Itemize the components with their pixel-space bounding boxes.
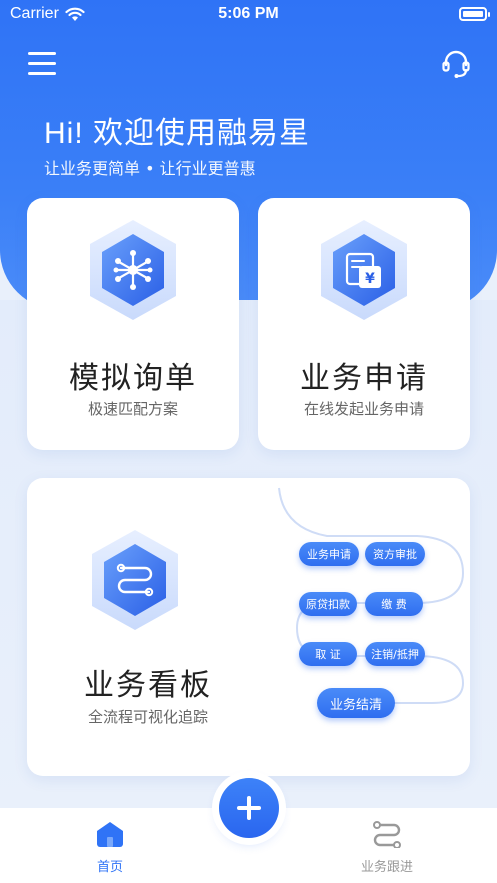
menu-icon-line [28, 52, 56, 55]
menu-icon-line [28, 62, 56, 65]
home-icon [97, 822, 123, 847]
tab-business-follow[interactable]: 业务跟进 [327, 820, 447, 875]
apply-card-subtitle: 在线发起业务申请 [303, 400, 424, 418]
apply-card[interactable]: ¥ 业务申请 在线发起业务申请 [258, 198, 470, 450]
board-card[interactable]: 业务看板 全流程可视化追踪 业务申请 资方审批 原贷扣款 缴 费 取 证 注销/… [27, 478, 470, 776]
flow-step: 资方审批 [365, 542, 425, 566]
status-time: 5:06 PM [218, 5, 279, 22]
board-card-title: 业务看板 [84, 668, 212, 703]
flow-step: 业务申请 [299, 542, 359, 566]
battery-icon [459, 7, 490, 21]
tab-home-label: 首页 [96, 860, 123, 875]
quote-card-subtitle: 极速匹配方案 [87, 400, 178, 418]
flow-step: 缴 费 [365, 592, 423, 616]
flow-connector [278, 487, 465, 704]
tab-business-follow-label: 业务跟进 [360, 860, 413, 875]
workflow-icon [373, 821, 401, 849]
quote-card-title: 模拟询单 [69, 361, 197, 396]
apply-card-title: 业务申请 [300, 361, 428, 396]
greeting-title: Hi! 欢迎使用融易星 [44, 117, 310, 150]
flow-step: 注销/抵押 [365, 642, 425, 666]
board-card-subtitle: 全流程可视化追踪 [87, 708, 208, 726]
status-bar: Carrier 5:06 PM [0, 0, 497, 30]
menu-button[interactable] [28, 52, 56, 76]
greeting-slogan: 让业务更简单 • 让行业更普惠 [44, 159, 256, 178]
workflow-icon [92, 530, 178, 630]
atom-icon [90, 220, 176, 320]
flow-step: 取 证 [299, 642, 357, 666]
svg-text:¥: ¥ [365, 271, 375, 287]
quote-card[interactable]: 模拟询单 极速匹配方案 [27, 198, 239, 450]
document-yuan-icon: ¥ [321, 220, 407, 320]
flow-step-final: 业务结清 [317, 688, 395, 718]
flow-step: 原贷扣款 [299, 592, 357, 616]
add-button[interactable] [219, 778, 279, 838]
tab-home[interactable]: 首页 [50, 820, 170, 875]
menu-icon-line [28, 72, 56, 75]
customer-service-icon[interactable] [440, 48, 472, 80]
